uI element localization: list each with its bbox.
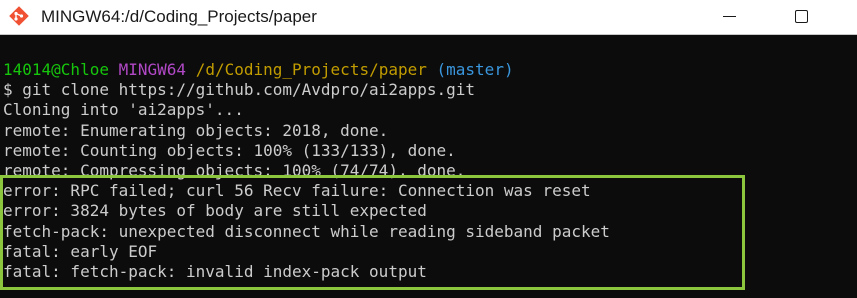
prompt-system: MINGW64 <box>118 60 187 79</box>
window-title: MINGW64:/d/Coding_Projects/paper <box>41 7 317 26</box>
prompt-branch: (master) <box>436 60 514 79</box>
prompt-path: /d/Coding_Projects/paper <box>195 60 427 79</box>
terminal-output[interactable]: 14014@Chloe MINGW64 /d/Coding_Projects/p… <box>0 35 857 298</box>
output-line: Cloning into 'ai2apps'... <box>3 100 244 120</box>
title-bar[interactable]: MINGW64:/d/Coding_Projects/paper <box>0 0 857 35</box>
output-line: remote: Enumerating objects: 2018, done. <box>3 120 389 140</box>
error-line: error: 3824 bytes of body are still expe… <box>3 201 427 221</box>
prompt-line: 14014@Chloe MINGW64 /d/Coding_Projects/p… <box>3 60 857 80</box>
error-line: fatal: fetch-pack: invalid index-pack ou… <box>3 261 427 281</box>
maximize-icon <box>795 10 808 23</box>
maximize-button[interactable] <box>780 0 826 34</box>
error-line: error: RPC failed; curl 56 Recv failure:… <box>3 181 591 201</box>
output-line: remote: Counting objects: 100% (133/133)… <box>3 140 456 160</box>
terminal-window: MINGW64:/d/Coding_Projects/paper 14014@C… <box>0 0 857 298</box>
error-line: fetch-pack: unexpected disconnect while … <box>3 221 610 241</box>
error-line: fatal: early EOF <box>3 241 158 261</box>
git-bash-icon <box>9 6 29 26</box>
output-line: remote: Compressing objects: 100% (74/74… <box>3 160 466 180</box>
command-line: $ git clone https://github.com/Avdpro/ai… <box>3 80 476 100</box>
minimize-button[interactable] <box>708 0 754 34</box>
prompt-user-host: 14014@Chloe <box>3 60 109 79</box>
minimize-icon <box>723 16 736 17</box>
